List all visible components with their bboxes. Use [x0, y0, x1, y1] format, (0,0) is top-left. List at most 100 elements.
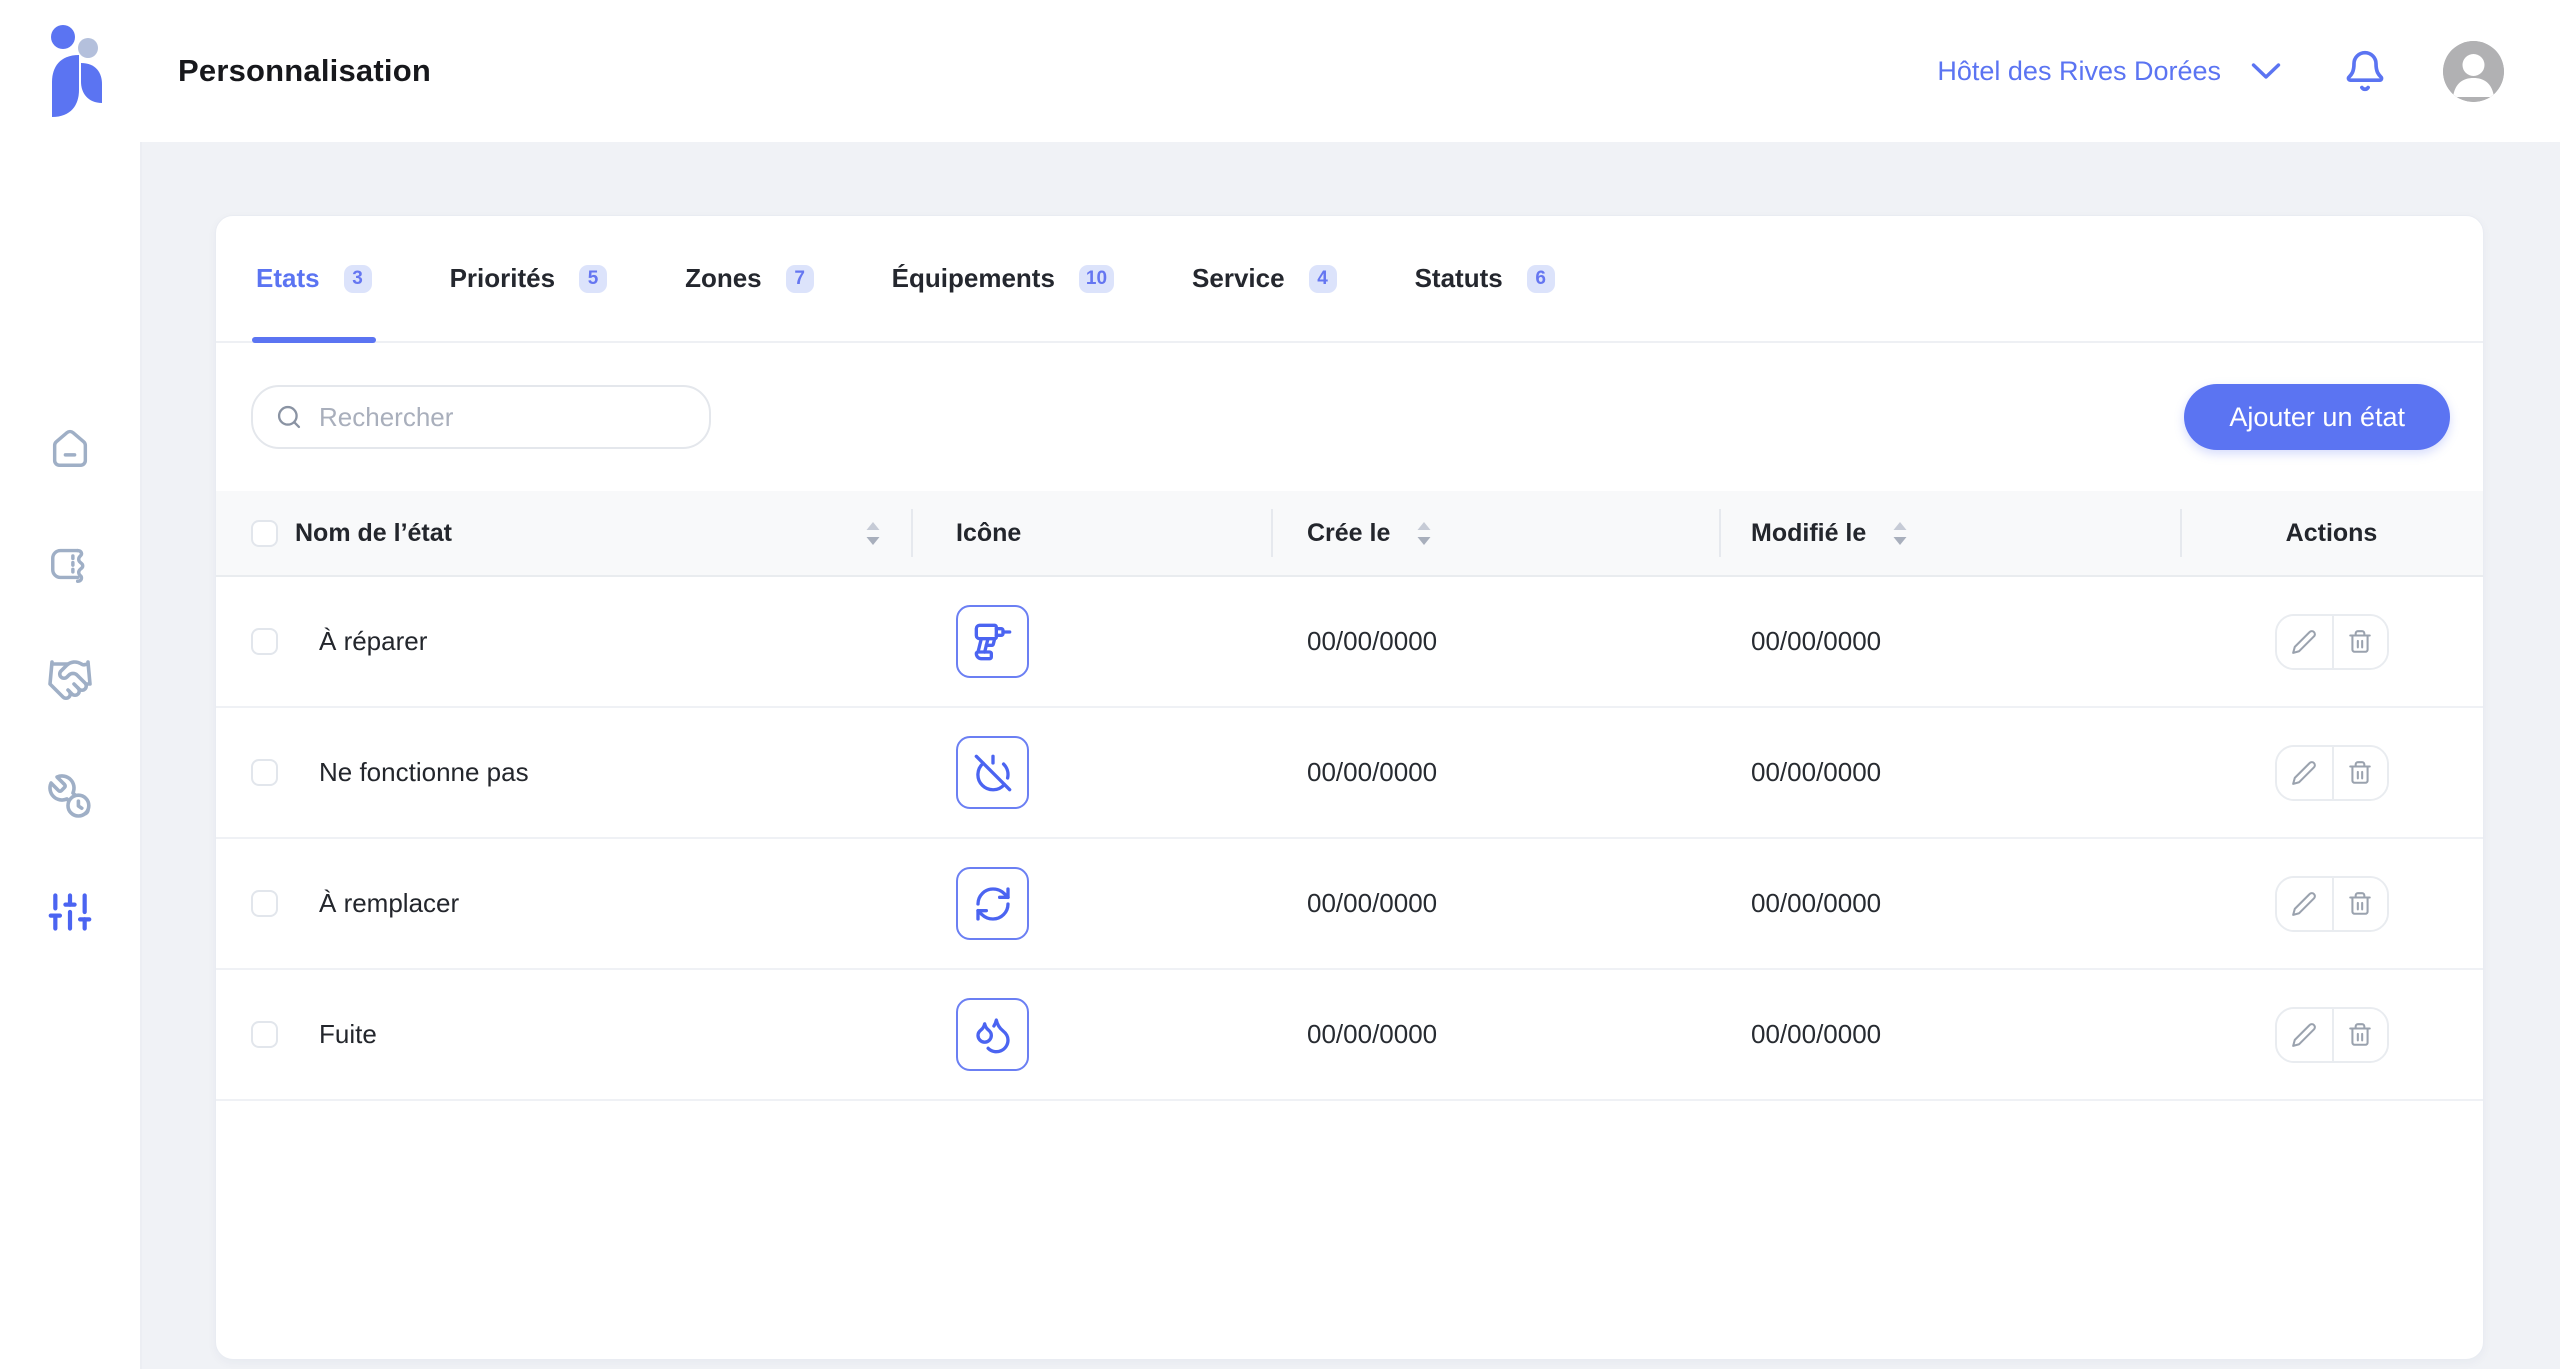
column-divider: [1271, 509, 1273, 557]
account-switcher[interactable]: Hôtel des Rives Dorées: [1937, 56, 2281, 87]
personnalisation-card: Etats 3 Priorités 5 Zones 7 Équipements …: [215, 215, 2484, 1360]
tab-label: Équipements: [891, 263, 1055, 293]
created-date: 00/00/0000: [1307, 757, 1438, 787]
avatar[interactable]: [2443, 40, 2504, 102]
sliders-icon: [48, 890, 92, 934]
pencil-icon: [2291, 1022, 2317, 1048]
table-row: Fuite 00/00/0000 00/00/0000: [216, 970, 2483, 1101]
sidebar-item-maintenance[interactable]: [42, 773, 98, 819]
tab-count-badge: 4: [1308, 264, 1337, 293]
tab-bar: Etats 3 Priorités 5 Zones 7 Équipements …: [216, 216, 2483, 343]
modified-date: 00/00/0000: [1751, 1019, 1882, 1049]
handshake-icon: [46, 656, 94, 704]
add-state-button[interactable]: Ajouter un état: [2184, 384, 2450, 450]
trash-icon: [2347, 629, 2373, 655]
tab-count-badge: 5: [579, 264, 608, 293]
tab-zones[interactable]: Zones 7: [685, 216, 814, 341]
column-divider: [2180, 509, 2182, 557]
modified-date: 00/00/0000: [1751, 626, 1882, 656]
tab-label: Statuts: [1414, 263, 1503, 293]
tab-equipements[interactable]: Équipements 10: [891, 216, 1115, 341]
created-date: 00/00/0000: [1307, 1019, 1438, 1049]
table-row: À réparer 00/00/0000 00/00/0000: [216, 577, 2483, 708]
row-actions: [2274, 744, 2389, 801]
edit-button[interactable]: [2276, 877, 2332, 930]
state-name: Ne fonctionne pas: [319, 757, 529, 787]
topbar: Personnalisation Hôtel des Rives Dorées: [0, 0, 2560, 142]
pencil-icon: [2291, 629, 2317, 655]
select-all-checkbox[interactable]: [251, 519, 278, 547]
modified-date: 00/00/0000: [1751, 888, 1882, 918]
tab-label: Priorités: [449, 263, 556, 293]
wrench-clock-icon: [46, 772, 94, 820]
delete-button[interactable]: [2331, 1008, 2387, 1061]
trash-icon: [2347, 760, 2373, 786]
edit-button[interactable]: [2276, 746, 2332, 799]
column-header-modified: Modifié le: [1751, 518, 1867, 547]
column-header-created: Crée le: [1307, 518, 1391, 547]
state-icon-box: [956, 867, 1029, 940]
tab-label: Etats: [256, 263, 320, 293]
tab-label: Zones: [685, 263, 762, 293]
sort-icon[interactable]: [865, 520, 881, 547]
refresh-icon: [973, 884, 1013, 924]
modified-date: 00/00/0000: [1751, 757, 1882, 787]
tab-count-badge: 6: [1526, 264, 1555, 293]
table-row: À remplacer 00/00/0000 00/00/0000: [216, 839, 2483, 970]
chevron-down-icon: [2251, 62, 2281, 80]
row-checkbox[interactable]: [251, 759, 278, 786]
power-off-icon: [973, 753, 1013, 793]
state-icon-box: [956, 998, 1029, 1071]
tab-label: Service: [1192, 263, 1285, 293]
created-date: 00/00/0000: [1307, 626, 1438, 656]
tab-service[interactable]: Service 4: [1192, 216, 1337, 341]
tab-count-badge: 10: [1078, 264, 1115, 293]
row-checkbox[interactable]: [251, 890, 278, 917]
edit-button[interactable]: [2276, 615, 2332, 668]
tab-statuts[interactable]: Statuts 6: [1415, 216, 1555, 341]
account-name: Hôtel des Rives Dorées: [1937, 55, 2221, 86]
created-date: 00/00/0000: [1307, 888, 1438, 918]
state-name: Fuite: [319, 1019, 377, 1049]
sidebar-item-partners[interactable]: [42, 657, 98, 703]
column-header-name: Nom de l’état: [295, 518, 452, 547]
trash-icon: [2347, 1022, 2373, 1048]
tab-etats[interactable]: Etats 3: [252, 216, 376, 343]
row-actions: [2274, 875, 2389, 932]
page-title: Personnalisation: [178, 53, 431, 88]
column-header-icon: Icône: [956, 518, 1022, 547]
bell-icon: [2343, 49, 2387, 93]
search-icon: [275, 403, 303, 431]
table-row: Ne fonctionne pas 00/00/0000 00/00/0000: [216, 708, 2483, 839]
home-icon: [47, 425, 93, 471]
edit-button[interactable]: [2276, 1008, 2332, 1061]
trash-icon: [2347, 891, 2373, 917]
notifications-button[interactable]: [2343, 49, 2387, 93]
state-icon-box: [956, 605, 1029, 678]
column-divider: [1719, 509, 1721, 557]
delete-button[interactable]: [2331, 615, 2387, 668]
row-checkbox[interactable]: [251, 1021, 278, 1048]
ticket-icon: [47, 541, 93, 587]
state-icon-box: [956, 736, 1029, 809]
sidebar-item-personnalisation[interactable]: [42, 889, 98, 935]
sort-icon[interactable]: [1892, 520, 1908, 547]
pencil-icon: [2291, 760, 2317, 786]
app-logo: [50, 25, 102, 117]
sidebar-item-vouchers[interactable]: [42, 541, 98, 587]
sort-icon[interactable]: [1416, 520, 1432, 547]
sidebar-item-home[interactable]: [42, 425, 98, 471]
sidebar: [0, 0, 142, 1369]
tab-count-badge: 7: [785, 264, 814, 293]
table-header: Nom de l’état Icône Crée le Modifié le A…: [216, 491, 2483, 577]
row-actions: [2274, 1006, 2389, 1063]
row-checkbox[interactable]: [251, 628, 278, 655]
state-name: À réparer: [319, 626, 428, 656]
tab-priorites[interactable]: Priorités 5: [450, 216, 608, 341]
search-input[interactable]: [251, 385, 711, 449]
column-header-actions: Actions: [2285, 518, 2378, 547]
drill-icon: [973, 622, 1013, 662]
delete-button[interactable]: [2331, 877, 2387, 930]
toolbar: Ajouter un état: [216, 343, 2483, 491]
delete-button[interactable]: [2331, 746, 2387, 799]
